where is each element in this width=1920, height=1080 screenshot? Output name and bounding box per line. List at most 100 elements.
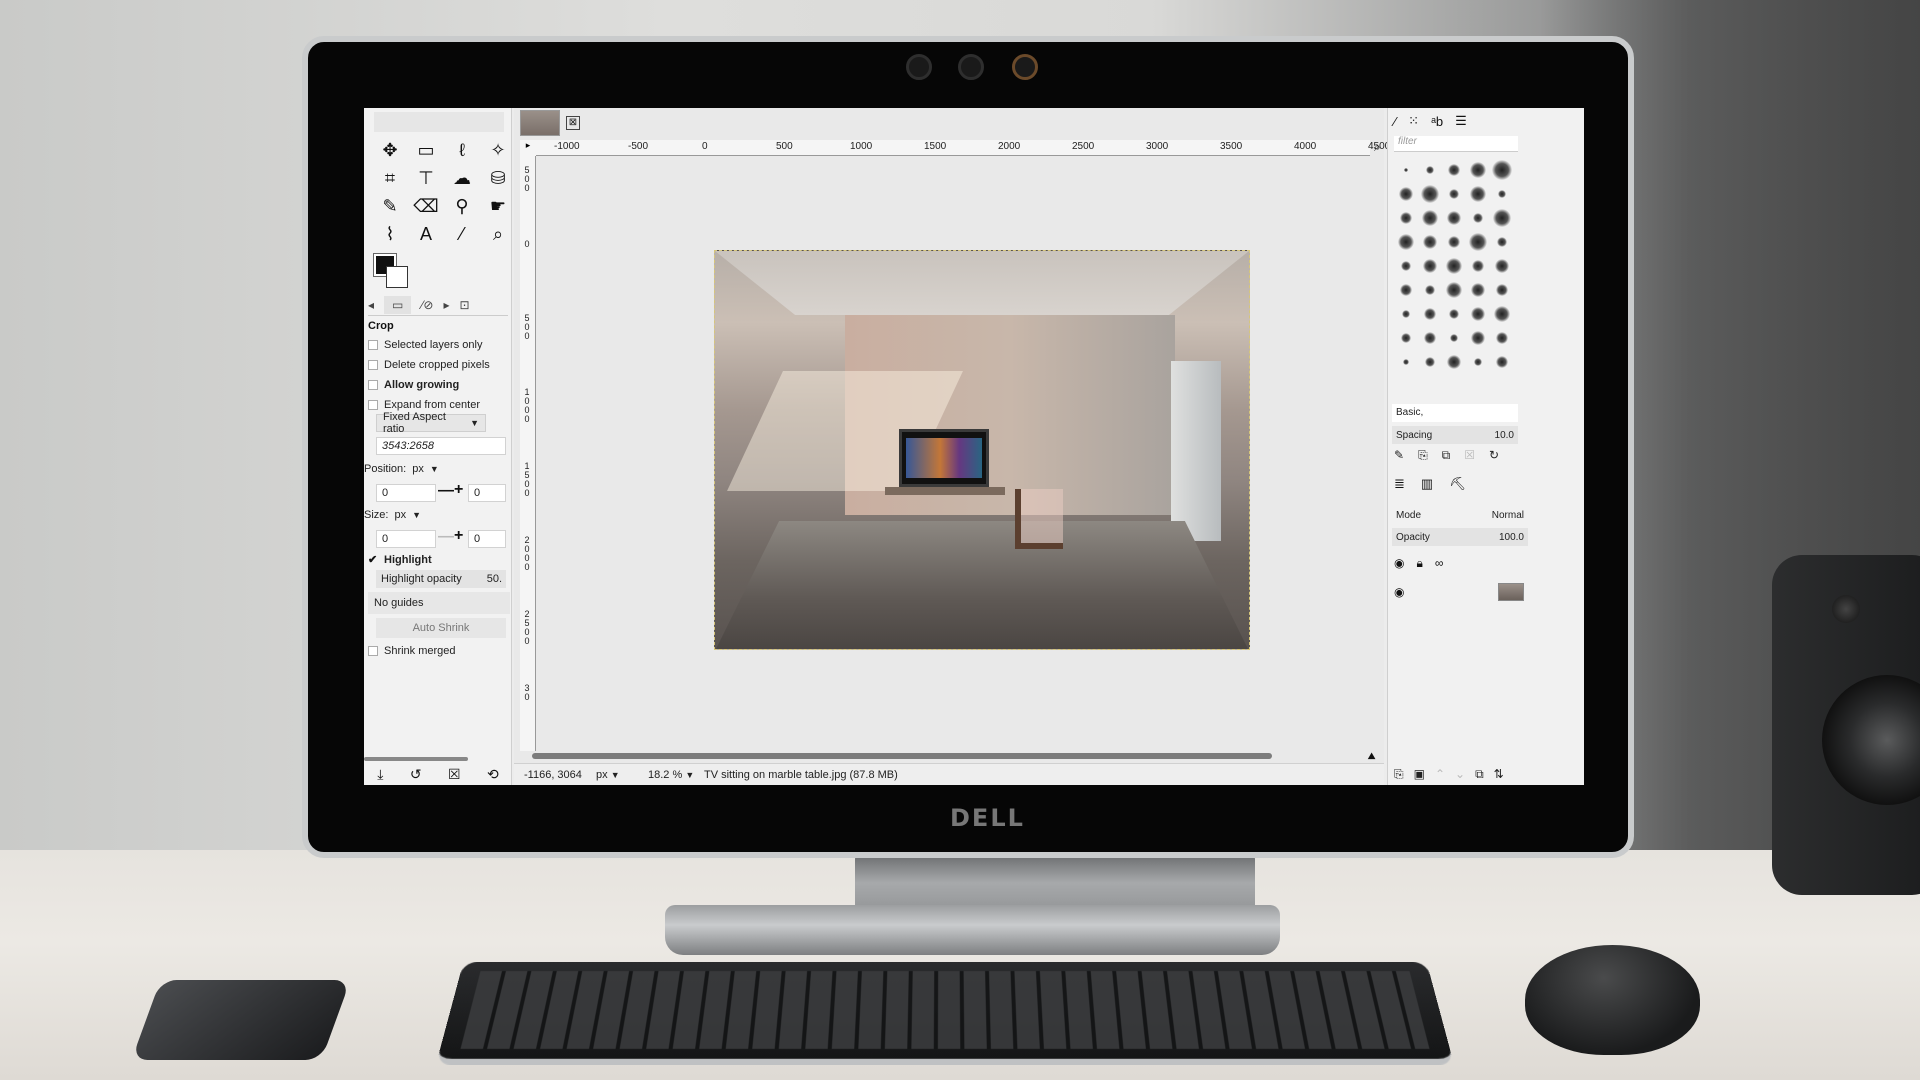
smudge-tool-icon[interactable]: ☛ [480, 192, 516, 220]
bucket-fill-tool-icon[interactable]: ⛁ [480, 164, 516, 192]
ruler-corner-icon[interactable]: ▸ [520, 140, 536, 156]
fixed-aspect-dropdown[interactable]: Fixed Aspect ratio ▼ [376, 414, 486, 432]
brush-preset[interactable] [1418, 350, 1442, 374]
tab-prev-icon[interactable]: ◂ [368, 298, 374, 312]
channels-tab-icon[interactable]: ▥ [1421, 476, 1433, 498]
link-icon[interactable]: ∞ [1435, 556, 1444, 570]
brush-preset[interactable] [1418, 254, 1442, 278]
merge-layer-icon[interactable]: ⇅ [1494, 767, 1504, 781]
eye-icon[interactable]: ◉ [1394, 556, 1404, 570]
brush-preset[interactable] [1442, 206, 1466, 230]
new-layer-icon[interactable]: ⎘ [1394, 767, 1404, 782]
size-w-field[interactable]: 0 [376, 530, 436, 548]
brush-preset[interactable] [1466, 278, 1490, 302]
layers-tab-icon[interactable]: ≣ [1394, 476, 1405, 498]
edit-brush-icon[interactable]: ✎ [1394, 448, 1404, 466]
brush-preset[interactable] [1442, 182, 1466, 206]
position-x-field[interactable]: 0 [376, 484, 436, 502]
paths-tab-icon[interactable]: ⛏ [1449, 476, 1466, 498]
fonts-tab-icon[interactable]: ᵃb [1431, 114, 1443, 129]
lock-icon[interactable]: 🔒︎ [1416, 556, 1422, 571]
size-unit-dropdown[interactable]: px [394, 509, 406, 521]
move-tool-icon[interactable]: ✥ [372, 136, 408, 164]
paintbrush-tool-icon[interactable]: ✎ [372, 192, 408, 220]
minus-icon[interactable]: — [438, 528, 454, 546]
brush-preset[interactable] [1466, 182, 1490, 206]
highlight-opacity-slider[interactable]: Highlight opacity 50. [376, 570, 506, 588]
brush-preset[interactable] [1490, 326, 1514, 350]
paths-tool-icon[interactable]: ⌇ [372, 220, 408, 248]
delete-options-icon[interactable]: ☒ [448, 766, 461, 783]
brush-preset[interactable] [1394, 326, 1418, 350]
checkbox[interactable] [368, 400, 378, 410]
brush-preset[interactable] [1394, 278, 1418, 302]
toolbox-scrollbar[interactable] [364, 757, 468, 761]
brush-preset[interactable] [1490, 302, 1514, 326]
position-y-field[interactable]: 0 [468, 484, 506, 502]
eraser-tool-icon[interactable]: ⌫ [408, 192, 444, 220]
crop-tool-icon[interactable]: ⌗ [372, 164, 408, 192]
clone-tool-icon[interactable]: ⚲ [444, 192, 480, 220]
image-tab[interactable] [520, 110, 560, 136]
brush-preset[interactable] [1466, 302, 1490, 326]
text-tool-icon[interactable]: A [408, 220, 444, 248]
brush-preset[interactable] [1442, 326, 1466, 350]
save-options-icon[interactable]: ⤓ [377, 766, 383, 783]
aspect-ratio-field[interactable]: 3543:2658 [376, 437, 506, 455]
refresh-brush-icon[interactable]: ↻ [1489, 448, 1499, 466]
horizontal-scrollbar[interactable] [532, 753, 1272, 759]
layer-row[interactable]: ◉ [1394, 580, 1524, 604]
brush-preset[interactable] [1466, 326, 1490, 350]
brush-preset[interactable] [1490, 230, 1514, 254]
auto-shrink-button[interactable]: Auto Shrink [376, 618, 506, 638]
color-swatches[interactable] [374, 254, 414, 294]
new-group-icon[interactable]: ▣ [1414, 767, 1425, 781]
zoom-icon[interactable]: ⌕ [1374, 140, 1381, 155]
duplicate-brush-icon[interactable]: ⧉ [1442, 448, 1451, 466]
brush-preset[interactable] [1418, 230, 1442, 254]
brush-preset[interactable] [1490, 206, 1514, 230]
free-select-tool-icon[interactable]: ℓ [444, 136, 480, 164]
position-unit-dropdown[interactable]: px [412, 463, 424, 475]
option-highlight[interactable]: ✔ Highlight [368, 551, 510, 569]
option-shrink-merged[interactable]: Shrink merged [368, 642, 510, 660]
brush-preset[interactable] [1490, 350, 1514, 374]
option-allow-growing[interactable]: Allow growing [368, 376, 510, 394]
restore-options-icon[interactable]: ↺ [410, 766, 422, 783]
brush-preset[interactable] [1442, 278, 1466, 302]
delete-brush-icon[interactable]: ☒ [1464, 448, 1475, 466]
brush-preset[interactable] [1490, 158, 1514, 182]
brush-preset[interactable] [1466, 206, 1490, 230]
plus-icon[interactable]: + [454, 527, 463, 545]
rect-select-tool-icon[interactable]: ▭ [408, 136, 444, 164]
brush-preset[interactable] [1442, 254, 1466, 278]
option-delete-cropped[interactable]: Delete cropped pixels [368, 356, 510, 374]
brush-preset[interactable] [1466, 230, 1490, 254]
new-brush-icon[interactable]: ⎘ [1418, 448, 1428, 466]
brush-preset[interactable] [1394, 182, 1418, 206]
brush-preset[interactable] [1466, 254, 1490, 278]
brush-preset[interactable] [1394, 206, 1418, 230]
visibility-eye-icon[interactable]: ◉ [1394, 585, 1404, 599]
brushes-tab-icon[interactable]: ⁄ [1394, 114, 1396, 129]
brush-preset[interactable] [1394, 158, 1418, 182]
brush-preset[interactable] [1394, 230, 1418, 254]
close-icon[interactable]: ⊠ [566, 116, 580, 130]
lower-layer-icon[interactable]: ⌄ [1455, 767, 1465, 781]
brush-preset[interactable] [1442, 302, 1466, 326]
background-color[interactable] [386, 266, 408, 288]
brush-preset[interactable] [1394, 254, 1418, 278]
minus-icon[interactable]: — [438, 482, 454, 500]
brush-preset[interactable] [1418, 158, 1442, 182]
tab-device-status[interactable]: ⁄⊘ [421, 298, 433, 312]
brush-preset[interactable] [1394, 302, 1418, 326]
guides-dropdown[interactable]: No guides [368, 592, 510, 614]
unified-transform-tool-icon[interactable]: ⊤ [408, 164, 444, 192]
spacing-slider[interactable]: Spacing 10.0 [1392, 426, 1518, 444]
unit-dropdown[interactable]: px ▼ [588, 769, 642, 781]
checkbox[interactable] [368, 646, 378, 656]
zoom-tool-icon[interactable]: ⌕ [480, 220, 516, 248]
opacity-slider[interactable]: Opacity 100.0 [1392, 528, 1528, 546]
fuzzy-select-tool-icon[interactable]: ✧ [480, 136, 516, 164]
brush-preset[interactable] [1418, 326, 1442, 350]
